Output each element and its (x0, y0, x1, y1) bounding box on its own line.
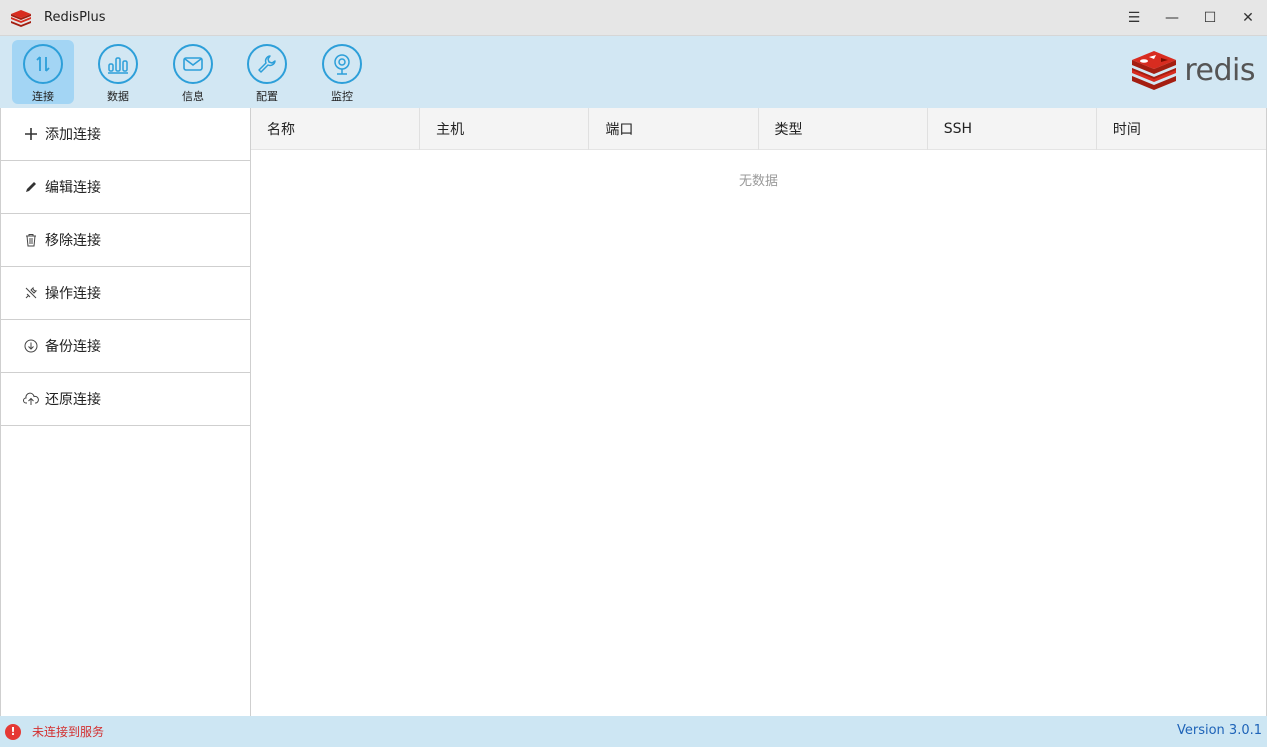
table-header: 名称 主机 端口 类型 SSH 时间 (251, 108, 1266, 150)
plus-icon (23, 126, 39, 142)
sidebar-item-label: 移除连接 (45, 233, 101, 249)
maximize-button[interactable]: ☐ (1191, 0, 1229, 36)
connect-arrows-icon (23, 44, 63, 84)
sidebar-item-operate-connection[interactable]: 操作连接 (1, 267, 250, 320)
sidebar-item-label: 备份连接 (45, 339, 101, 355)
column-header-name[interactable]: 名称 (251, 108, 421, 150)
main-toolbar: 连接 数据 信息 配置 监控 redis (0, 36, 1267, 108)
redis-brand-text: redis (1184, 52, 1255, 88)
column-header-port[interactable]: 端口 (589, 108, 759, 150)
tool-data[interactable]: 数据 (87, 40, 149, 104)
menu-icon[interactable]: ☰ (1115, 0, 1153, 36)
sidebar-item-label: 编辑连接 (45, 180, 101, 196)
tool-data-label: 数据 (107, 90, 129, 103)
close-button[interactable]: ✕ (1229, 0, 1267, 36)
download-circle-icon (23, 338, 39, 354)
cloud-upload-icon (23, 391, 39, 407)
column-header-host[interactable]: 主机 (420, 108, 590, 150)
redis-brand: redis (1130, 50, 1255, 90)
sidebar-item-backup-connection[interactable]: 备份连接 (1, 320, 250, 373)
tool-connect[interactable]: 连接 (12, 40, 74, 104)
webcam-icon (322, 44, 362, 84)
connections-table: 名称 主机 端口 类型 SSH 时间 无数据 (251, 108, 1267, 716)
tool-monitor-label: 监控 (331, 90, 353, 103)
minimize-button[interactable]: — (1153, 0, 1191, 36)
window-controls: ☰ — ☐ ✕ (1115, 0, 1267, 36)
sidebar-item-add-connection[interactable]: 添加连接 (1, 108, 250, 161)
tool-info-label: 信息 (182, 90, 204, 103)
empty-placeholder: 无数据 (738, 174, 778, 189)
tool-config-label: 配置 (256, 90, 278, 103)
sidebar-item-restore-connection[interactable]: 还原连接 (1, 373, 250, 426)
mail-icon (173, 44, 213, 84)
tool-info[interactable]: 信息 (162, 40, 224, 104)
sidebar-item-label: 操作连接 (45, 286, 101, 302)
sidebar: 添加连接 编辑连接 移除连接 操作连接 备份连接 还原连接 (0, 108, 251, 716)
tools-icon (23, 285, 39, 301)
redis-app-icon (10, 9, 32, 27)
column-header-ssh[interactable]: SSH (928, 108, 1097, 150)
error-icon: ! (5, 723, 21, 740)
bar-chart-icon (98, 44, 138, 84)
version-label: Version 3.0.1 (1176, 723, 1262, 738)
wrench-icon (247, 44, 287, 84)
column-header-type[interactable]: 类型 (759, 108, 928, 150)
connection-status-text: 未连接到服务 (32, 725, 105, 739)
redis-logo-icon (1132, 51, 1177, 90)
sidebar-item-edit-connection[interactable]: 编辑连接 (1, 161, 250, 214)
pencil-icon (23, 179, 39, 195)
column-header-time[interactable]: 时间 (1097, 108, 1266, 150)
tool-monitor[interactable]: 监控 (311, 40, 373, 104)
tool-config[interactable]: 配置 (236, 40, 298, 104)
window-title: RedisPlus (44, 10, 106, 25)
title-bar: RedisPlus ☰ — ☐ ✕ (0, 0, 1267, 36)
sidebar-item-remove-connection[interactable]: 移除连接 (1, 214, 250, 267)
sidebar-item-label: 添加连接 (45, 127, 101, 143)
tool-connect-label: 连接 (32, 90, 54, 103)
sidebar-item-label: 还原连接 (45, 392, 101, 408)
status-bar: ! 未连接到服务 Version 3.0.1 (0, 716, 1267, 747)
trash-icon (23, 232, 39, 248)
